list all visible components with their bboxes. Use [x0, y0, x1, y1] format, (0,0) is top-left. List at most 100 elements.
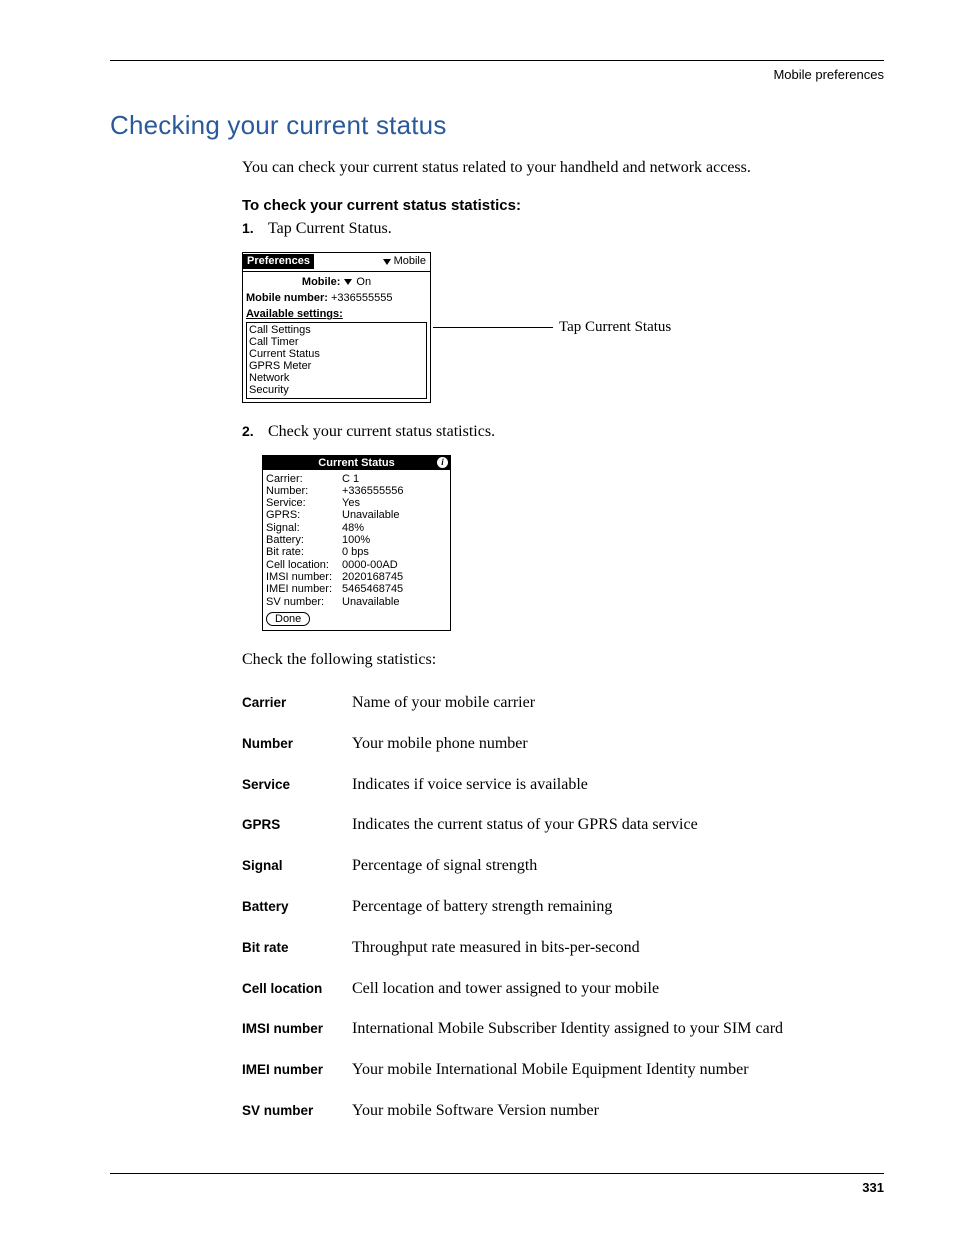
stat-value: Unavailable: [342, 509, 399, 521]
stat-value: 2020168745: [342, 571, 403, 583]
def-desc: Percentage of battery strength remaining: [352, 897, 612, 918]
stat-label: Cell location:: [266, 559, 342, 571]
stat-value: 0 bps: [342, 546, 369, 558]
def-term: GPRS: [242, 817, 352, 832]
stat-value: +336555556: [342, 485, 403, 497]
setting-item-call-timer[interactable]: Call Timer: [249, 336, 424, 348]
definition-row: SignalPercentage of signal strength: [242, 856, 884, 877]
setting-item-security[interactable]: Security: [249, 384, 424, 396]
def-desc: Your mobile phone number: [352, 734, 528, 755]
stat-label: SV number:: [266, 596, 342, 608]
prefs-category-dropdown[interactable]: Mobile: [383, 255, 426, 268]
preferences-screen: Preferences Mobile Mobile: On Mobile num…: [242, 252, 431, 402]
def-desc: Indicates the current status of your GPR…: [352, 815, 698, 836]
prefs-title-tab[interactable]: Preferences: [243, 254, 314, 269]
dropdown-icon: [344, 279, 352, 285]
mobile-number-row: Mobile number: +336555555: [246, 292, 427, 305]
setting-item-network[interactable]: Network: [249, 372, 424, 384]
stat-value: 48%: [342, 522, 364, 534]
def-desc: Indicates if voice service is available: [352, 775, 588, 796]
def-term: Signal: [242, 858, 352, 873]
stat-value: C 1: [342, 473, 359, 485]
status-row: Carrier:C 1: [266, 473, 447, 485]
step-1: 1. Tap Current Status.: [242, 220, 884, 238]
def-desc: Throughput rate measured in bits-per-sec…: [352, 938, 640, 959]
def-term: Service: [242, 777, 352, 792]
stat-label: GPRS:: [266, 509, 342, 521]
page-footer: 331: [110, 1173, 884, 1195]
def-desc: Your mobile Software Version number: [352, 1101, 599, 1122]
step-2: 2. Check your current status statistics.: [242, 423, 884, 441]
status-row: GPRS:Unavailable: [266, 509, 447, 521]
mobile-label: Mobile:: [302, 276, 341, 289]
screenshot-preferences-wrap: Preferences Mobile Mobile: On Mobile num…: [242, 252, 884, 402]
def-desc: Percentage of signal strength: [352, 856, 537, 877]
def-desc: Name of your mobile carrier: [352, 693, 535, 714]
definition-row: Cell locationCell location and tower ass…: [242, 979, 884, 1000]
status-row: Battery:100%: [266, 534, 447, 546]
stat-label: Service:: [266, 497, 342, 509]
stat-value: 0000-00AD: [342, 559, 398, 571]
definition-row: IMEI numberYour mobile International Mob…: [242, 1060, 884, 1081]
step-text: Check your current status statistics.: [268, 423, 495, 441]
info-icon[interactable]: i: [437, 457, 448, 468]
callout-connector: [433, 327, 553, 328]
stat-label: IMSI number:: [266, 571, 342, 583]
status-row: Signal:48%: [266, 522, 447, 534]
def-desc: Your mobile International Mobile Equipme…: [352, 1060, 749, 1081]
settings-list: Call Settings Call Timer Current Status …: [246, 322, 427, 399]
stat-label: Carrier:: [266, 473, 342, 485]
step-number: 1.: [242, 220, 268, 238]
prefs-titlebar: Preferences Mobile: [243, 253, 430, 272]
definition-row: BatteryPercentage of battery strength re…: [242, 897, 884, 918]
mobile-number-value: +336555555: [331, 292, 392, 304]
dropdown-icon: [383, 259, 391, 265]
stat-value: Yes: [342, 497, 360, 509]
page-title: Checking your current status: [110, 110, 884, 141]
def-term: Battery: [242, 899, 352, 914]
status-title: Current Status: [318, 457, 394, 469]
def-term: Bit rate: [242, 940, 352, 955]
stat-label: Signal:: [266, 522, 342, 534]
definition-row: NumberYour mobile phone number: [242, 734, 884, 755]
footer-rule: [110, 1173, 884, 1174]
status-row: Service:Yes: [266, 497, 447, 509]
definition-row: SV numberYour mobile Software Version nu…: [242, 1101, 884, 1122]
page-number: 331: [110, 1180, 884, 1195]
definitions-intro: Check the following statistics:: [242, 651, 884, 669]
def-term: Cell location: [242, 981, 352, 996]
mobile-number-label: Mobile number:: [246, 292, 328, 304]
available-settings-heading: Available settings:: [246, 308, 427, 321]
setting-item-call-settings[interactable]: Call Settings: [249, 324, 424, 336]
stat-label: Battery:: [266, 534, 342, 546]
status-titlebar: Current Status i: [263, 456, 450, 470]
def-term: SV number: [242, 1103, 352, 1118]
step-number: 2.: [242, 423, 268, 441]
procedure-heading: To check your current status statistics:: [242, 197, 884, 214]
stat-label: IMEI number:: [266, 583, 342, 595]
definition-row: CarrierName of your mobile carrier: [242, 693, 884, 714]
intro-text: You can check your current status relate…: [242, 157, 884, 179]
def-term: IMSI number: [242, 1021, 352, 1036]
callout-label: Tap Current Status: [559, 319, 671, 336]
status-row: IMSI number:2020168745: [266, 571, 447, 583]
status-row: Bit rate:0 bps: [266, 546, 447, 558]
done-button[interactable]: Done: [266, 612, 310, 626]
setting-item-gprs-meter[interactable]: GPRS Meter: [249, 360, 424, 372]
def-term: Number: [242, 736, 352, 751]
stat-label: Bit rate:: [266, 546, 342, 558]
stat-value: 5465468745: [342, 583, 403, 595]
definition-row: IMSI numberInternational Mobile Subscrib…: [242, 1019, 884, 1040]
def-desc: Cell location and tower assigned to your…: [352, 979, 659, 1000]
stat-label: Number:: [266, 485, 342, 497]
setting-item-current-status[interactable]: Current Status: [249, 348, 424, 360]
mobile-value: On: [356, 276, 371, 289]
status-row: SV number:Unavailable: [266, 596, 447, 608]
definition-row: Bit rateThroughput rate measured in bits…: [242, 938, 884, 959]
definition-row: ServiceIndicates if voice service is ava…: [242, 775, 884, 796]
status-row: Cell location:0000-00AD: [266, 559, 447, 571]
status-row: IMEI number:5465468745: [266, 583, 447, 595]
header-section-label: Mobile preferences: [110, 67, 884, 82]
def-term: Carrier: [242, 695, 352, 710]
mobile-toggle-row[interactable]: Mobile: On: [246, 276, 427, 289]
